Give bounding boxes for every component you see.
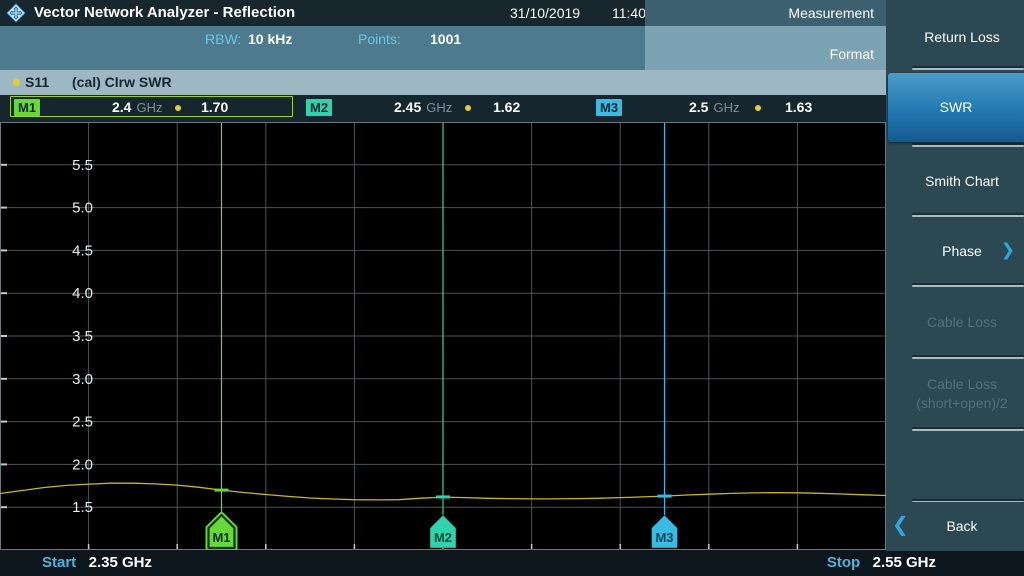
softkey-separator bbox=[912, 145, 1024, 147]
rbw-label: RBW: bbox=[205, 31, 241, 47]
softkey-phase[interactable]: Phase ❯ bbox=[900, 220, 1024, 282]
marker-bar: M1 2.4GHz 1.70 M2 2.45GHz 1.62 M3 2.5GHz 1.63 bbox=[0, 95, 886, 122]
frequency-footer: Start 2.35 GHz Stop 2.55 GHz bbox=[0, 550, 1024, 576]
trace-name: S11 bbox=[25, 74, 49, 90]
menu-subheader-format: Format bbox=[645, 26, 886, 70]
y-tick-label: 5.5 bbox=[72, 157, 93, 174]
time-label: 11:40 bbox=[612, 5, 646, 21]
y-tick-label: 4.5 bbox=[72, 242, 93, 259]
softkey-separator bbox=[912, 215, 1024, 217]
submenu-arrow-icon: ❯ bbox=[1001, 241, 1015, 260]
date-label: 31/10/2019 bbox=[510, 5, 580, 21]
y-tick-label: 3.0 bbox=[72, 371, 93, 388]
marker-frequency-m1: 2.4GHz bbox=[112, 99, 162, 115]
marker-symbol-label-m2: M2 bbox=[434, 530, 452, 545]
marker-dot-icon-m1 bbox=[175, 105, 181, 111]
softkey-cable-loss-short-open-2: Cable Loss(short+open)/2 bbox=[900, 362, 1024, 426]
swr-plot[interactable]: 1.5 2.0 2.5 3.0 3.5 4.0 4.5 5.0 5.5 M1 M2 M3 bbox=[0, 122, 886, 550]
points-value: 1001 bbox=[430, 31, 461, 47]
marker-value-m3: 1.63 bbox=[785, 99, 812, 115]
stop-label: Stop bbox=[827, 554, 860, 571]
settings-bar: RBW: 10 kHz Points: 1001 Format bbox=[0, 26, 886, 70]
trace-info-bar[interactable]: S11 (cal) Clrw SWR bbox=[0, 70, 886, 95]
rbw-value: 10 kHz bbox=[248, 31, 292, 47]
softkey-swr[interactable]: SWR bbox=[888, 73, 1024, 142]
softkey-label: Phase bbox=[942, 242, 982, 261]
title-bar: Vector Network Analyzer - Reflection 31/… bbox=[0, 0, 886, 26]
marker-unit-m1: GHz bbox=[136, 100, 162, 115]
softkey-separator bbox=[912, 357, 1024, 359]
trace-format: (cal) Clrw SWR bbox=[72, 74, 172, 90]
marker-value-m1: 1.70 bbox=[201, 99, 228, 115]
marker-badge-m1[interactable]: M1 bbox=[14, 99, 40, 116]
stop-frequency-field[interactable]: Stop 2.55 GHz bbox=[827, 554, 936, 572]
y-tick-label: 4.0 bbox=[72, 285, 93, 302]
start-value: 2.35 GHz bbox=[89, 554, 152, 571]
softkey-label: Return Loss bbox=[924, 28, 999, 47]
softkey-menu: Return Loss SWR Smith Chart Phase ❯ Cable Los… bbox=[886, 0, 1024, 551]
softkey-separator bbox=[912, 285, 1024, 287]
back-chevron-icon: ❮ bbox=[892, 516, 909, 535]
marker-value-m2: 1.62 bbox=[493, 99, 520, 115]
softkey-return-loss[interactable]: Return Loss bbox=[900, 8, 1024, 66]
marker-symbol-label-m1: M1 bbox=[212, 530, 230, 545]
softkey-label-line2: (short+open)/2 bbox=[916, 394, 1007, 413]
marker-badge-m3[interactable]: M3 bbox=[596, 99, 622, 116]
softkey-back[interactable]: Back❮ bbox=[900, 502, 1024, 550]
softkey-label: SWR bbox=[940, 98, 973, 117]
y-tick-label: 2.0 bbox=[72, 456, 93, 473]
y-tick-label: 3.5 bbox=[72, 328, 93, 345]
marker-symbol-label-m3: M3 bbox=[655, 530, 673, 545]
softkey-separator bbox=[912, 68, 1024, 70]
softkey-empty bbox=[900, 434, 1024, 498]
trace-color-dot-icon bbox=[13, 79, 20, 86]
app-title: Vector Network Analyzer - Reflection bbox=[34, 4, 295, 21]
softkey-separator bbox=[912, 429, 1024, 431]
points-label: Points: bbox=[358, 31, 401, 47]
y-tick-label: 5.0 bbox=[72, 200, 93, 217]
marker-dot-icon-m2 bbox=[465, 105, 471, 111]
marker-dot-icon-m3 bbox=[755, 105, 761, 111]
softkey-smith-chart[interactable]: Smith Chart bbox=[900, 150, 1024, 212]
stop-value: 2.55 GHz bbox=[873, 554, 936, 571]
marker-badge-m2[interactable]: M2 bbox=[306, 99, 332, 116]
softkey-label: Smith Chart bbox=[925, 172, 999, 191]
marker-frequency-m3: 2.5GHz bbox=[689, 99, 739, 115]
rs-logo-icon bbox=[6, 3, 26, 23]
start-label: Start bbox=[42, 554, 76, 571]
start-frequency-field[interactable]: Start 2.35 GHz bbox=[42, 554, 152, 572]
marker-unit-m3: GHz bbox=[713, 100, 739, 115]
menu-header-measurement: Measurement bbox=[645, 0, 886, 26]
softkey-label: Cable Loss bbox=[927, 375, 997, 394]
softkey-label: Back bbox=[946, 517, 977, 536]
softkey-label: Cable Loss bbox=[927, 313, 997, 332]
vna-screen: Vector Network Analyzer - Reflection 31/… bbox=[0, 0, 1024, 576]
marker-unit-m2: GHz bbox=[426, 100, 452, 115]
swr-chart[interactable]: 1.5 2.0 2.5 3.0 3.5 4.0 4.5 5.0 5.5 M1 M2 M3 bbox=[0, 122, 886, 550]
marker-frequency-m2: 2.45GHz bbox=[394, 99, 452, 115]
softkey-cable-loss: Cable Loss bbox=[900, 290, 1024, 354]
y-tick-label: 2.5 bbox=[72, 414, 93, 431]
y-tick-label: 1.5 bbox=[72, 499, 93, 516]
